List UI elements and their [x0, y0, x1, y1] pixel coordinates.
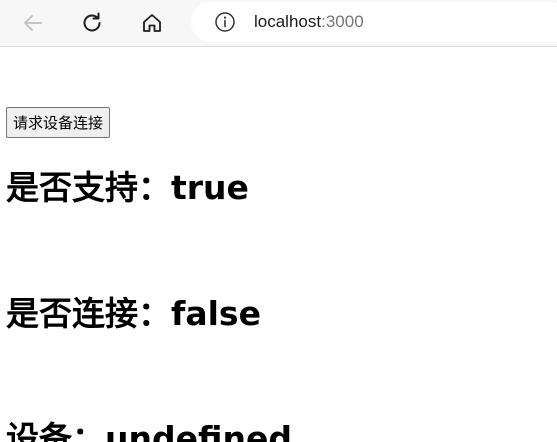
refresh-button[interactable]	[75, 6, 109, 40]
browser-toolbar: localhost:3000	[0, 0, 557, 47]
supported-status-heading: 是否支持：true	[6, 168, 249, 208]
info-icon[interactable]	[213, 10, 237, 34]
request-device-button[interactable]: 请求设备连接	[6, 107, 111, 138]
device-label: 设备：	[6, 419, 105, 442]
back-arrow-icon	[24, 15, 42, 31]
connected-label: 是否连接：	[6, 294, 171, 333]
connected-value: false	[171, 294, 261, 333]
supported-label: 是否支持：	[6, 168, 171, 207]
connected-status-heading: 是否连接：false	[6, 294, 261, 334]
home-button[interactable]	[135, 6, 169, 40]
device-value: undefined	[105, 419, 292, 442]
refresh-icon	[83, 12, 101, 32]
address-url[interactable]: localhost:3000	[254, 12, 364, 32]
home-icon	[143, 14, 161, 32]
address-bar[interactable]: localhost:3000	[191, 2, 557, 42]
url-host: localhost	[254, 12, 322, 31]
supported-value: true	[171, 168, 249, 207]
url-port: :3000	[321, 12, 364, 31]
device-status-heading: 设备：undefined	[6, 419, 292, 442]
back-button[interactable]	[16, 6, 50, 40]
